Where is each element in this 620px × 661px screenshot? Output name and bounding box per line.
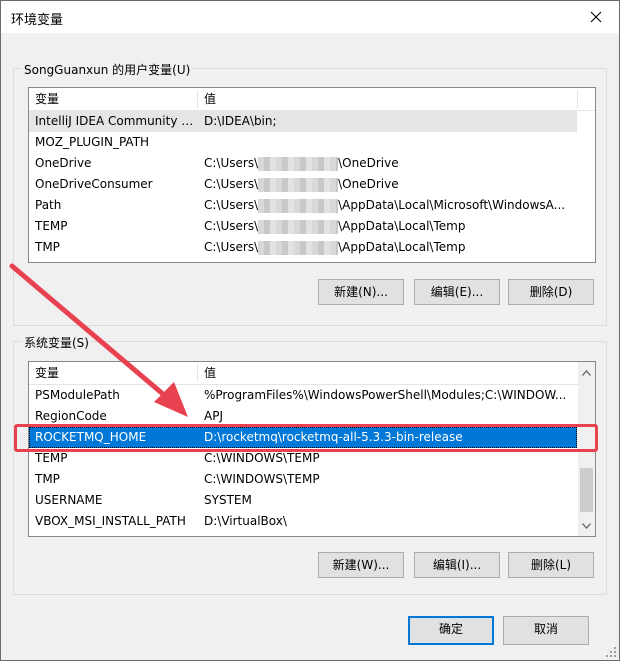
annotation-highlight-box [14,424,598,452]
annotation-arrow [9,263,188,417]
